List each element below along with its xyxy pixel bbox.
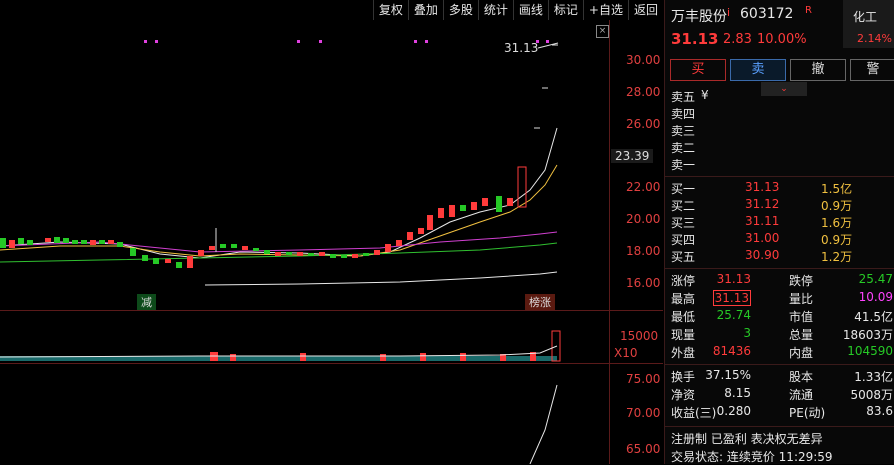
- order-row-buy4: 买四 31.00 0.9万: [671, 231, 853, 247]
- buy-button[interactable]: 买: [670, 59, 726, 81]
- sector-change: 2.14%: [857, 32, 892, 45]
- order-row-buy5: 买五 30.90 1.2万: [671, 248, 853, 264]
- volume-bars: [0, 330, 561, 362]
- price-tick: 16.00: [626, 276, 661, 290]
- stat-row: 最低 25.74 市值 41.5亿: [671, 308, 893, 324]
- indicator-tick: 70.00: [626, 406, 661, 420]
- stat-row: 最高 31.13 量比 10.09: [671, 290, 893, 306]
- cancel-order-button[interactable]: 撤: [790, 59, 846, 81]
- current-price-tag: 23.39: [611, 149, 654, 163]
- price-tick: 28.00: [626, 85, 661, 99]
- kline-svg: [0, 40, 561, 464]
- price-change: 2.83: [723, 32, 752, 47]
- indicator-tick: 75.00: [626, 372, 661, 386]
- order-row-sell5: 卖五 ¥: [671, 88, 709, 104]
- sector-box[interactable]: 化工 2.14%: [843, 0, 894, 48]
- candles: [0, 44, 558, 268]
- stock-name-suffix: i: [727, 6, 731, 19]
- order-row-sell2: 卖二: [671, 141, 696, 155]
- quote-panel: 万丰股份 i 603172 R 化工 2.14% 31.13 2.83 10.0…: [664, 0, 894, 464]
- price-tick: 30.00: [626, 53, 661, 67]
- sell-button[interactable]: 卖: [730, 59, 786, 81]
- stock-name: 万丰股份: [671, 9, 727, 25]
- stock-code-flag: R: [805, 5, 812, 16]
- fund-row: 净资 8.15 流通 5008万: [671, 386, 893, 402]
- fund-row: 收益(三) 0.280 PE(动) 83.6: [671, 404, 893, 420]
- price-change-pct: 10.00%: [757, 32, 807, 47]
- stat-row: 现量 3 总量 18603万: [671, 326, 893, 342]
- stock-tags: 注册制 已盈利 表决权无差异: [671, 432, 823, 446]
- signal-dots: [144, 40, 549, 43]
- order-row-buy2: 买二 31.12 0.9万: [671, 197, 853, 213]
- stock-code: 603172: [740, 6, 794, 22]
- stat-row: 涨停 31.13 跌停 25.47: [671, 272, 893, 288]
- indicator-tick: 65.00: [626, 442, 661, 456]
- order-row-buy1: 买一 31.13 1.5亿: [671, 180, 853, 196]
- kline-chart-area[interactable]: 复权 叠加 多股 统计 画线 标记 +自选 返回 × 30.00 28.00 2…: [0, 0, 663, 464]
- price-tick: 26.00: [626, 117, 661, 131]
- volume-unit: X10: [614, 346, 638, 360]
- order-row-sell4: 卖四: [671, 107, 696, 121]
- sector-name: 化工: [853, 10, 878, 24]
- price-tick: 20.00: [626, 212, 661, 226]
- volume-tick: 15000: [620, 329, 659, 343]
- price-tick: 18.00: [626, 244, 661, 258]
- trade-status: 交易状态: 连续竞价 11:29:59: [671, 450, 833, 464]
- stat-row: 外盘 81436 内盘 104590: [671, 344, 893, 360]
- axis-divider: [609, 20, 610, 464]
- order-row-sell1: 卖一: [671, 158, 696, 172]
- current-price: 31.13: [671, 30, 719, 48]
- fund-row: 换手 37.15% 股本 1.33亿: [671, 368, 893, 384]
- price-tick: 22.00: [626, 180, 661, 194]
- toolbar-back-button[interactable]: 返回: [627, 0, 663, 20]
- order-row-sell3: 卖三: [671, 124, 696, 138]
- alert-button[interactable]: 警: [850, 59, 894, 81]
- order-row-buy3: 买三 31.11 1.6万: [671, 214, 853, 230]
